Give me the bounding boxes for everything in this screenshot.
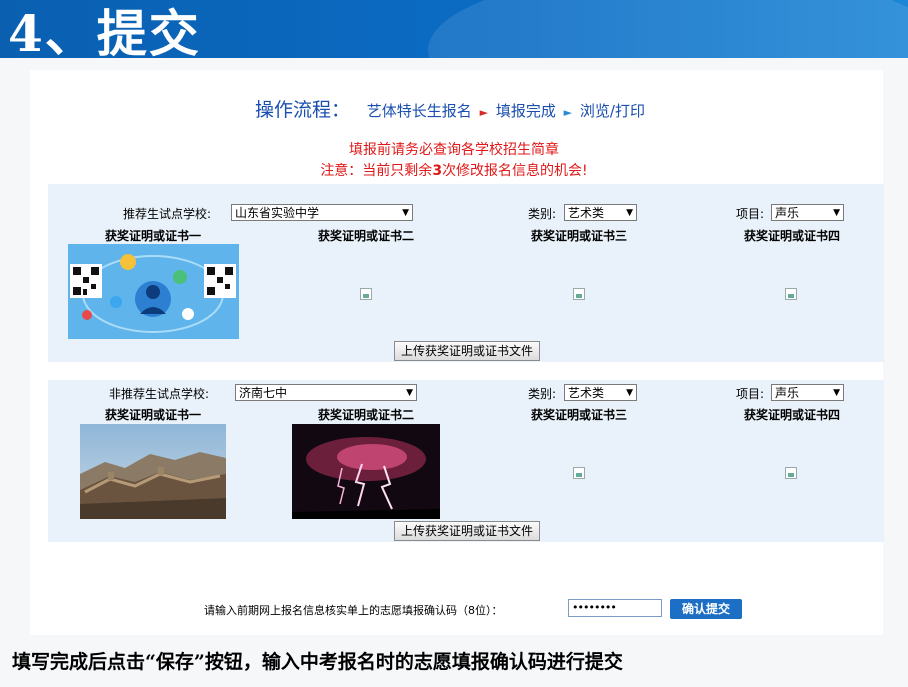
flow-step-complete[interactable]: 填报完成 — [496, 102, 556, 120]
broken-image-icon[interactable] — [573, 467, 585, 479]
slide-caption: 填写完成后点击“保存”按钮，输入中考报名时的志愿填报确认码进行提交 — [12, 651, 623, 673]
arrow-right-icon: ► — [563, 106, 573, 119]
category-label: 类别: — [528, 387, 557, 401]
nonrecommended-school-select[interactable]: 济南七中 ▼ — [235, 384, 417, 401]
upload-cert-button-nonrecommended[interactable]: 上传获奖证明或证书文件 — [394, 521, 541, 541]
cert-heading-2: 获奖证明或证书二 — [317, 408, 414, 422]
project-value: 声乐 — [775, 206, 800, 220]
broken-image-icon[interactable] — [785, 467, 797, 479]
category-label: 类别: — [528, 207, 557, 221]
category-select[interactable]: 艺术类 ▼ — [564, 204, 637, 221]
dropdown-arrow-icon: ▼ — [833, 208, 840, 218]
flow-step-register[interactable]: 艺体特长生报名 — [367, 102, 472, 120]
project-value: 声乐 — [775, 386, 800, 400]
cert-image-qr-people[interactable] — [68, 244, 239, 339]
broken-image-icon[interactable] — [360, 288, 372, 300]
process-flow: 操作流程： 艺体特长生报名 ► 填报完成 ► 浏览/打印 — [255, 95, 645, 122]
cert-heading-3: 获奖证明或证书三 — [530, 408, 627, 422]
notice-remaining-edits: 注意：当前只剩余3次修改报名信息的机会! — [0, 160, 908, 180]
cert-heading-1: 获奖证明或证书一 — [104, 408, 201, 422]
dropdown-arrow-icon: ▼ — [833, 388, 840, 398]
cert-heading-1: 获奖证明或证书一 — [104, 229, 201, 243]
recommended-school-value: 山东省实验中学 — [235, 206, 320, 220]
dropdown-arrow-icon: ▼ — [626, 208, 633, 218]
confirm-code-prompt: 请输入前期网上报名信息核实单上的志愿填报确认码（8位）： — [204, 604, 503, 617]
slide-title: 4、提交 — [8, 4, 201, 58]
project-select[interactable]: 声乐 ▼ — [771, 384, 844, 401]
category-value: 艺术类 — [568, 206, 605, 220]
arrow-right-icon: ► — [479, 106, 489, 119]
remaining-count: 3 — [432, 163, 443, 179]
category-select[interactable]: 艺术类 ▼ — [564, 384, 637, 401]
notice-prefix: 注意：当前只剩余 — [320, 163, 433, 179]
cert-heading-4: 获奖证明或证书四 — [743, 408, 840, 422]
nonrecommended-school-label: 非推荐生试点学校: — [109, 387, 210, 401]
cert-image-great-wall[interactable] — [80, 424, 226, 519]
project-label: 项目: — [736, 387, 765, 401]
broken-image-icon[interactable] — [785, 288, 797, 300]
category-value: 艺术类 — [568, 386, 605, 400]
confirm-submit-button[interactable]: 确认提交 — [670, 599, 742, 619]
cert-image-lightning[interactable] — [292, 424, 440, 519]
dropdown-arrow-icon: ▼ — [406, 388, 413, 398]
notice-check-guide: 填报前请务必查询各学校招生简章 — [349, 142, 559, 158]
confirm-code-input[interactable]: •••••••• — [568, 599, 662, 617]
broken-image-icon[interactable] — [573, 288, 585, 300]
upload-cert-button-recommended[interactable]: 上传获奖证明或证书文件 — [394, 341, 541, 361]
notice-suffix: 次修改报名信息的机会! — [442, 163, 588, 179]
project-label: 项目: — [736, 207, 765, 221]
cert-heading-3: 获奖证明或证书三 — [530, 229, 627, 243]
nonrecommended-school-value: 济南七中 — [239, 386, 288, 400]
dropdown-arrow-icon: ▼ — [402, 208, 409, 218]
cert-heading-4: 获奖证明或证书四 — [743, 229, 840, 243]
cert-heading-2: 获奖证明或证书二 — [317, 229, 414, 243]
project-select[interactable]: 声乐 ▼ — [771, 204, 844, 221]
recommended-school-select[interactable]: 山东省实验中学 ▼ — [231, 204, 413, 221]
dropdown-arrow-icon: ▼ — [626, 388, 633, 398]
recommended-school-label: 推荐生试点学校: — [123, 207, 212, 221]
flow-step-print[interactable]: 浏览/打印 — [580, 102, 645, 120]
slide-banner: 4、提交 — [0, 0, 908, 58]
flow-label: 操作流程： — [255, 99, 351, 121]
